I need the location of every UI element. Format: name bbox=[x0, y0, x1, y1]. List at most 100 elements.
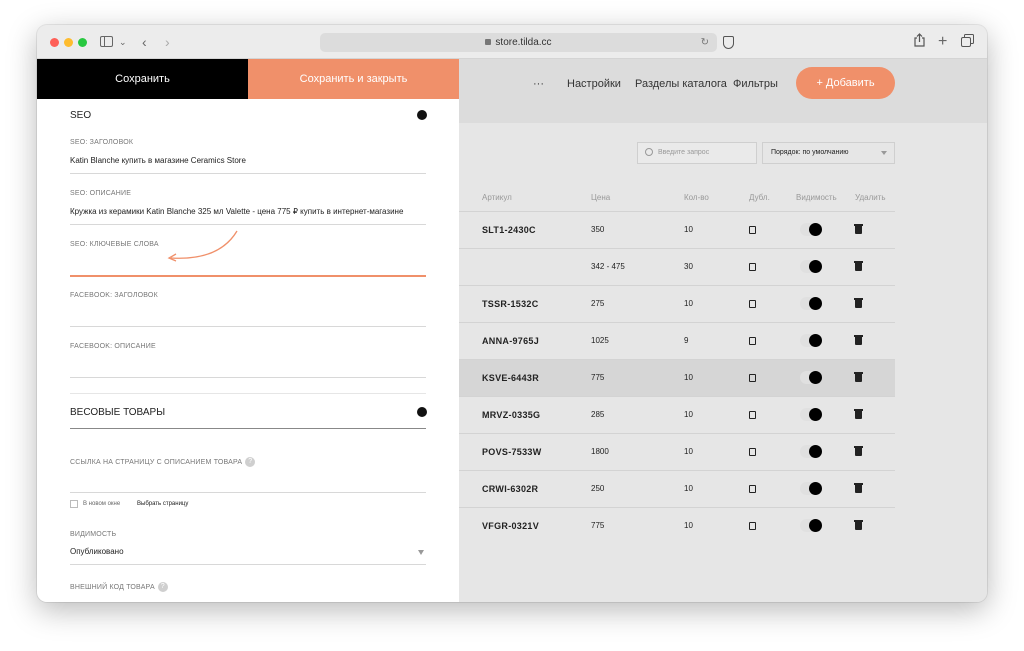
sidebar-icon[interactable] bbox=[100, 33, 113, 51]
table-row[interactable]: ANNA-9765J 1025 9 bbox=[459, 322, 895, 359]
price-cell: 1800 bbox=[591, 447, 609, 456]
trash-icon[interactable] bbox=[854, 261, 863, 271]
help-icon[interactable]: ? bbox=[245, 457, 256, 467]
duplicate-icon[interactable] bbox=[749, 411, 756, 419]
visibility-toggle[interactable] bbox=[800, 371, 822, 384]
weight-goods-section-title[interactable]: ВЕСОВЫЕ ТОВАРЫ bbox=[70, 407, 165, 418]
visibility-toggle[interactable] bbox=[800, 223, 822, 236]
more-menu-button[interactable]: ··· bbox=[533, 77, 544, 91]
table-row[interactable]: MRVZ-0335G 285 10 bbox=[459, 396, 895, 433]
price-cell: 342 - 475 bbox=[591, 262, 625, 271]
duplicate-icon[interactable] bbox=[749, 485, 756, 493]
collapse-icon[interactable] bbox=[417, 110, 427, 120]
reload-icon[interactable]: ↻ bbox=[701, 33, 709, 52]
column-header-duplicate: Дубл. bbox=[749, 193, 770, 202]
column-header-visibility: Видимость bbox=[796, 193, 837, 202]
section-divider bbox=[70, 393, 426, 394]
forward-icon[interactable]: › bbox=[165, 33, 170, 51]
section-divider bbox=[70, 428, 426, 429]
table-row[interactable]: POVS-7533W 1800 10 bbox=[459, 433, 895, 470]
quantity-cell: 10 bbox=[684, 484, 693, 493]
duplicate-icon[interactable] bbox=[749, 263, 756, 271]
trash-icon[interactable] bbox=[854, 335, 863, 345]
column-header-price[interactable]: Цена bbox=[591, 193, 610, 202]
duplicate-icon[interactable] bbox=[749, 448, 756, 456]
new-window-checkbox[interactable] bbox=[70, 500, 78, 508]
sku-cell: POVS-7533W bbox=[482, 447, 542, 457]
visibility-toggle[interactable] bbox=[800, 408, 822, 421]
trash-icon[interactable] bbox=[854, 224, 863, 234]
visibility-select[interactable]: Опубликовано bbox=[70, 547, 124, 556]
table-row[interactable]: KSVE-6443R 775 10 bbox=[459, 359, 895, 396]
zoom-window-button[interactable] bbox=[78, 38, 87, 47]
url-text: store.tilda.cc bbox=[495, 37, 552, 48]
visibility-toggle[interactable] bbox=[800, 297, 822, 310]
trash-icon[interactable] bbox=[854, 483, 863, 493]
trash-icon[interactable] bbox=[854, 372, 863, 382]
duplicate-icon[interactable] bbox=[749, 300, 756, 308]
trash-icon[interactable] bbox=[854, 520, 863, 530]
browser-window: ⌄ ‹ › store.tilda.cc ↻ + Сохранить Сохра… bbox=[37, 25, 987, 602]
price-cell: 250 bbox=[591, 484, 605, 493]
facebook-title-input[interactable] bbox=[70, 309, 426, 323]
duplicate-icon[interactable] bbox=[749, 337, 756, 345]
visibility-toggle[interactable] bbox=[800, 334, 822, 347]
tab-overview-icon[interactable] bbox=[961, 33, 974, 51]
save-button[interactable]: Сохранить bbox=[37, 59, 248, 99]
seo-title-input[interactable]: Katin Blanche купить в магазине Ceramics… bbox=[70, 156, 246, 165]
table-row[interactable]: TSSR-1532C 275 10 bbox=[459, 285, 895, 322]
table-row[interactable]: 342 - 475 30 bbox=[459, 248, 895, 285]
settings-link[interactable]: Настройки bbox=[567, 77, 621, 91]
seo-title-underline bbox=[70, 173, 426, 174]
catalog-sections-link[interactable]: Разделы каталога bbox=[635, 77, 727, 91]
facebook-title-label: FACEBOOK: ЗАГОЛОВОК bbox=[70, 292, 158, 299]
share-icon[interactable] bbox=[914, 33, 925, 51]
shield-icon[interactable] bbox=[723, 36, 734, 49]
chevron-down-icon[interactable] bbox=[418, 550, 424, 555]
quantity-cell: 10 bbox=[684, 373, 693, 382]
visibility-toggle[interactable] bbox=[800, 482, 822, 495]
column-header-qty[interactable]: Кол-во bbox=[684, 193, 709, 202]
toggle-knob bbox=[809, 297, 822, 310]
trash-icon[interactable] bbox=[854, 409, 863, 419]
seo-keywords-input[interactable] bbox=[70, 258, 426, 272]
sku-cell: MRVZ-0335G bbox=[482, 410, 541, 420]
seo-section-title[interactable]: SEO bbox=[70, 110, 91, 121]
trash-icon[interactable] bbox=[854, 298, 863, 308]
visibility-toggle[interactable] bbox=[800, 445, 822, 458]
trash-icon[interactable] bbox=[854, 446, 863, 456]
facebook-description-input[interactable] bbox=[70, 360, 426, 374]
price-cell: 775 bbox=[591, 521, 605, 530]
minimize-window-button[interactable] bbox=[64, 38, 73, 47]
visibility-toggle[interactable] bbox=[800, 260, 822, 273]
new-tab-icon[interactable]: + bbox=[938, 33, 947, 51]
choose-page-link[interactable]: Выбрать страницу bbox=[137, 501, 188, 507]
seo-description-underline bbox=[70, 224, 426, 225]
quantity-cell: 30 bbox=[684, 262, 693, 271]
filters-link[interactable]: Фильтры bbox=[733, 77, 778, 91]
address-bar[interactable]: store.tilda.cc ↻ bbox=[320, 33, 717, 52]
search-input[interactable]: Введите запрос bbox=[637, 142, 757, 164]
table-row[interactable]: SLT1-2430C 350 10 bbox=[459, 211, 895, 248]
seo-title-label: SEO: ЗАГОЛОВОК bbox=[70, 139, 134, 146]
duplicate-icon[interactable] bbox=[749, 522, 756, 530]
duplicate-icon[interactable] bbox=[749, 374, 756, 382]
close-window-button[interactable] bbox=[50, 38, 59, 47]
table-row[interactable]: CRWI-6302R 250 10 bbox=[459, 470, 895, 507]
duplicate-icon[interactable] bbox=[749, 226, 756, 234]
back-icon[interactable]: ‹ bbox=[142, 33, 147, 51]
visibility-toggle[interactable] bbox=[800, 519, 822, 532]
help-icon[interactable]: ? bbox=[157, 582, 168, 592]
expand-icon[interactable] bbox=[417, 407, 427, 417]
column-header-sku[interactable]: Артикул bbox=[482, 193, 512, 202]
product-editor-panel: Сохранить Сохранить и закрыть SEO SEO: З… bbox=[37, 59, 459, 602]
new-window-label: В новом окне bbox=[83, 501, 121, 507]
chevron-down-icon[interactable]: ⌄ bbox=[119, 33, 127, 51]
toggle-knob bbox=[809, 408, 822, 421]
product-link-input[interactable] bbox=[70, 475, 426, 489]
add-product-button[interactable]: + Добавить bbox=[796, 67, 895, 99]
save-and-close-button[interactable]: Сохранить и закрыть bbox=[248, 59, 459, 99]
sort-select[interactable]: Порядок: по умолчанию bbox=[762, 142, 895, 164]
table-row[interactable]: VFGR-0321V 775 10 bbox=[459, 507, 895, 544]
seo-description-input[interactable]: Кружка из керамики Katin Blanche 325 мл … bbox=[70, 207, 403, 216]
